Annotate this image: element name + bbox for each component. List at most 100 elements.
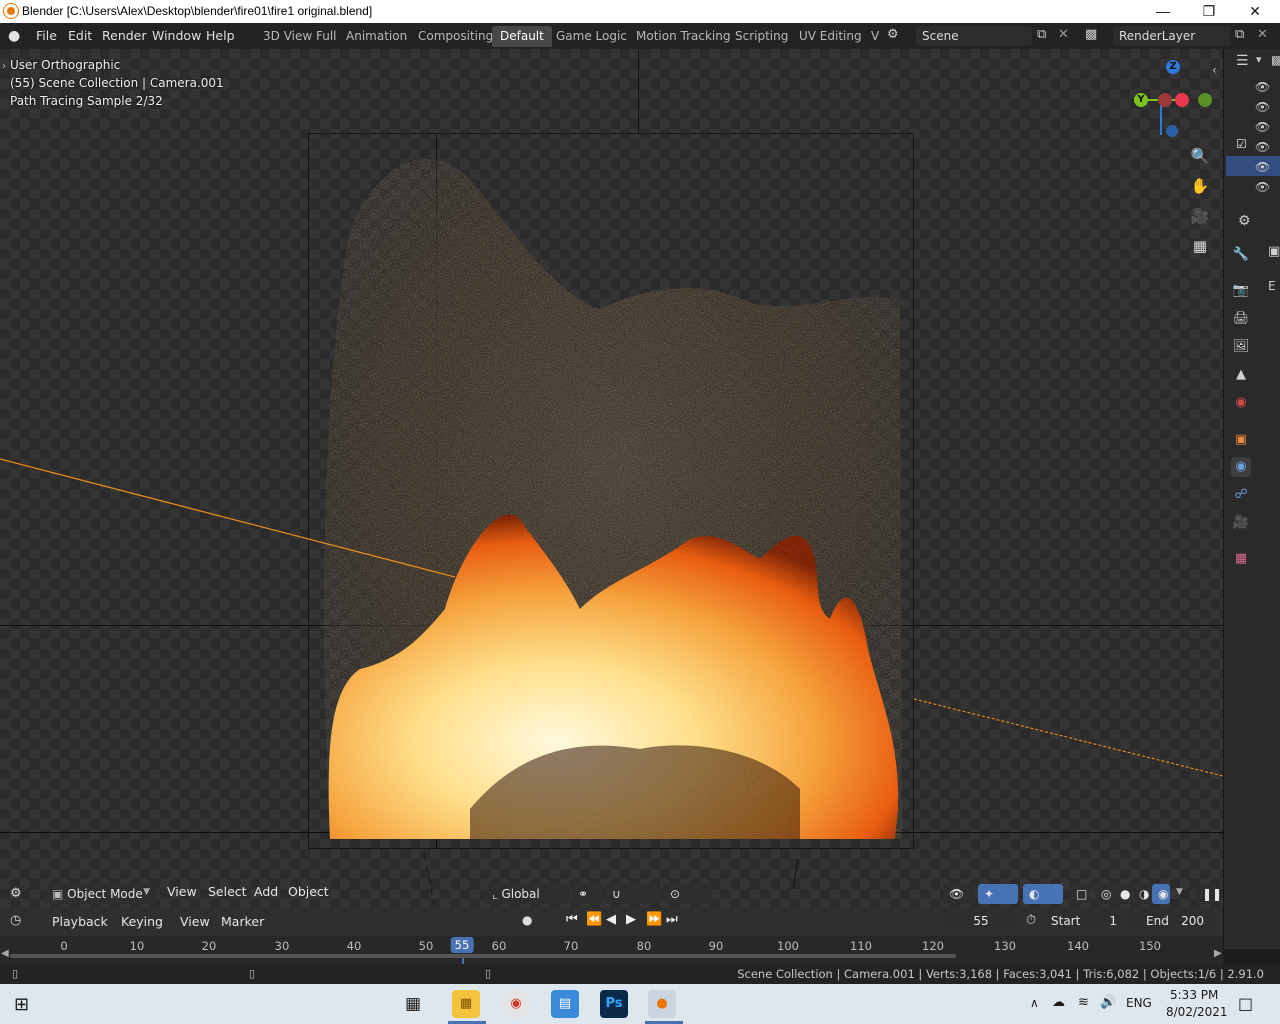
language-indicator[interactable]: ENG: [1126, 996, 1152, 1010]
camera-view-icon[interactable]: 🎥: [1189, 205, 1211, 227]
editor-type-icon[interactable]: ⚙: [10, 886, 22, 901]
menu-object[interactable]: Object: [288, 881, 329, 901]
menu-window[interactable]: Window: [152, 28, 201, 43]
menu-edit[interactable]: Edit: [68, 28, 92, 43]
volume-icon[interactable]: 🔊: [1100, 995, 1116, 1010]
pause-render-button[interactable]: ❚❚: [1196, 884, 1222, 904]
constraints-properties-icon[interactable]: ☍: [1231, 485, 1251, 505]
output-properties-icon[interactable]: 🖨: [1231, 309, 1251, 329]
overlay-toggle[interactable]: ◐: [1023, 884, 1063, 904]
stopwatch-icon[interactable]: ⏱: [1026, 913, 1036, 928]
end-frame-field[interactable]: End 200: [1128, 911, 1216, 931]
play-reverse-icon[interactable]: ◀: [606, 912, 616, 927]
gizmo-neg-z-button[interactable]: [1166, 125, 1178, 137]
jump-end-icon[interactable]: ⏭: [666, 912, 678, 927]
mode-dropdown[interactable]: ▣ Object Mode ▼: [46, 884, 156, 904]
eye-icon[interactable]: 👁: [1255, 160, 1270, 174]
gizmo-y-button[interactable]: Y: [1134, 93, 1148, 107]
record-icon[interactable]: ●: [522, 913, 532, 927]
tab-scripting[interactable]: Scripting: [727, 26, 796, 47]
play-icon[interactable]: ▶: [626, 912, 636, 927]
physics-properties-icon[interactable]: ◉: [1231, 457, 1251, 477]
photoshop-icon[interactable]: Ps: [600, 990, 628, 1018]
tool-properties-icon[interactable]: 🔧: [1231, 245, 1251, 265]
tab-3d-view-full[interactable]: 3D View Full: [255, 26, 345, 47]
pan-hand-icon[interactable]: ✋: [1189, 175, 1211, 197]
prev-keyframe-icon[interactable]: ⏪: [586, 912, 602, 927]
gizmo-z-button[interactable]: Z: [1166, 60, 1180, 74]
perspective-grid-icon[interactable]: ▦: [1189, 235, 1211, 257]
gizmo-neg-y-button[interactable]: [1158, 93, 1172, 107]
shading-rendered[interactable]: ◉: [1152, 884, 1170, 904]
eye-icon[interactable]: 👁: [1255, 140, 1270, 154]
side-tab-label[interactable]: E: [1268, 279, 1276, 293]
start-frame-field[interactable]: Start 1: [1045, 911, 1125, 931]
outliner-selected-row[interactable]: [1226, 156, 1280, 176]
new-view-layer-icon[interactable]: ⧉: [1235, 27, 1244, 42]
scroll-left-icon[interactable]: ◀: [1, 948, 9, 959]
new-scene-icon[interactable]: ⧉: [1037, 27, 1046, 42]
scene-name-field[interactable]: Scene: [916, 26, 1032, 46]
chevron-down-icon[interactable]: ▼: [1176, 887, 1183, 897]
checkbox-icon[interactable]: ☑: [1236, 137, 1247, 151]
texture-properties-icon[interactable]: ▦: [1231, 549, 1251, 569]
tab-motion-tracking[interactable]: Motion Tracking: [628, 26, 738, 47]
chrome-icon[interactable]: ◉: [502, 990, 530, 1018]
filter-icon[interactable]: ▩: [1271, 53, 1280, 67]
blender-taskbar-icon[interactable]: ●: [648, 990, 676, 1018]
tab-uv-editing[interactable]: UV Editing: [791, 26, 870, 47]
eye-icon[interactable]: 👁: [1255, 120, 1270, 134]
render-properties-icon[interactable]: 📷: [1231, 281, 1251, 301]
eye-icon[interactable]: 👁: [1255, 80, 1270, 94]
timeline-area[interactable]: 0 10 20 30 40 50 55 60 70 80 90 100 110 …: [0, 936, 1223, 964]
task-view-icon[interactable]: ▦: [405, 994, 421, 1014]
wifi-icon[interactable]: ≋: [1078, 995, 1089, 1010]
world-properties-icon[interactable]: ◉: [1231, 393, 1251, 413]
snap-dropdown[interactable]: ∪: [606, 884, 660, 904]
eye-icon[interactable]: 👁: [1255, 100, 1270, 114]
sidebar-toggle-icon[interactable]: ‹: [1212, 63, 1217, 77]
menu-select[interactable]: Select: [208, 881, 247, 901]
tab-default[interactable]: Default: [492, 26, 552, 47]
gizmo-toggle[interactable]: ✦: [978, 884, 1018, 904]
shading-wireframe[interactable]: ◎: [1095, 884, 1113, 904]
chevron-down-icon[interactable]: ▾: [1256, 53, 1262, 66]
tab-compositing[interactable]: Compositing: [410, 26, 501, 47]
gizmo-neg-x-button[interactable]: [1198, 93, 1212, 107]
menu-add[interactable]: Add: [254, 881, 278, 901]
eye-icon[interactable]: 👁: [1255, 180, 1270, 194]
scroll-right-icon[interactable]: ▶: [1214, 948, 1222, 959]
notifications-icon[interactable]: □: [1238, 994, 1253, 1013]
3d-viewport[interactable]: › User Orthographic (55) Scene Collectio…: [0, 49, 1223, 907]
playhead[interactable]: 55: [450, 937, 474, 953]
jump-start-icon[interactable]: ⏮: [566, 912, 578, 927]
zoom-icon[interactable]: 🔍: [1189, 145, 1211, 167]
tab-animation[interactable]: Animation: [338, 26, 415, 47]
tray-expand-icon[interactable]: ∧: [1030, 996, 1039, 1010]
visibility-dropdown[interactable]: 👁: [943, 884, 975, 904]
xray-toggle[interactable]: □: [1070, 884, 1090, 904]
menu-file[interactable]: File: [36, 28, 57, 43]
tool-mini-icon[interactable]: ▣: [1268, 244, 1280, 259]
windows-start-icon[interactable]: ⊞: [14, 994, 29, 1015]
properties-editor-icon[interactable]: ⚙: [1238, 213, 1251, 229]
view-layer-browse-icon[interactable]: ▩: [1085, 27, 1097, 42]
toolbar-expand-icon[interactable]: ›: [2, 61, 6, 72]
gizmo-x-button[interactable]: [1175, 93, 1189, 107]
delete-scene-icon[interactable]: ✕: [1058, 27, 1069, 42]
timeline-scrollbar[interactable]: [10, 954, 956, 958]
onedrive-icon[interactable]: ☁: [1052, 995, 1065, 1010]
menu-help[interactable]: Help: [206, 28, 235, 43]
clock-time[interactable]: 5:33 PM: [1170, 988, 1218, 1002]
menu-keying[interactable]: Keying: [121, 911, 163, 931]
restore-button[interactable]: ❐: [1186, 0, 1232, 23]
proportional-edit-dropdown[interactable]: ⊙: [664, 884, 712, 904]
next-keyframe-icon[interactable]: ⏩: [646, 912, 662, 927]
shading-material[interactable]: ◑: [1133, 884, 1151, 904]
computer-app-icon[interactable]: ▤: [551, 990, 579, 1018]
clock-editor-icon[interactable]: ◷: [10, 913, 21, 928]
scene-browse-icon[interactable]: ⚙: [887, 27, 899, 42]
menu-playback[interactable]: Playback: [52, 911, 108, 931]
view-layer-properties-icon[interactable]: 🖼: [1231, 337, 1251, 357]
menu-render[interactable]: Render: [102, 28, 147, 43]
